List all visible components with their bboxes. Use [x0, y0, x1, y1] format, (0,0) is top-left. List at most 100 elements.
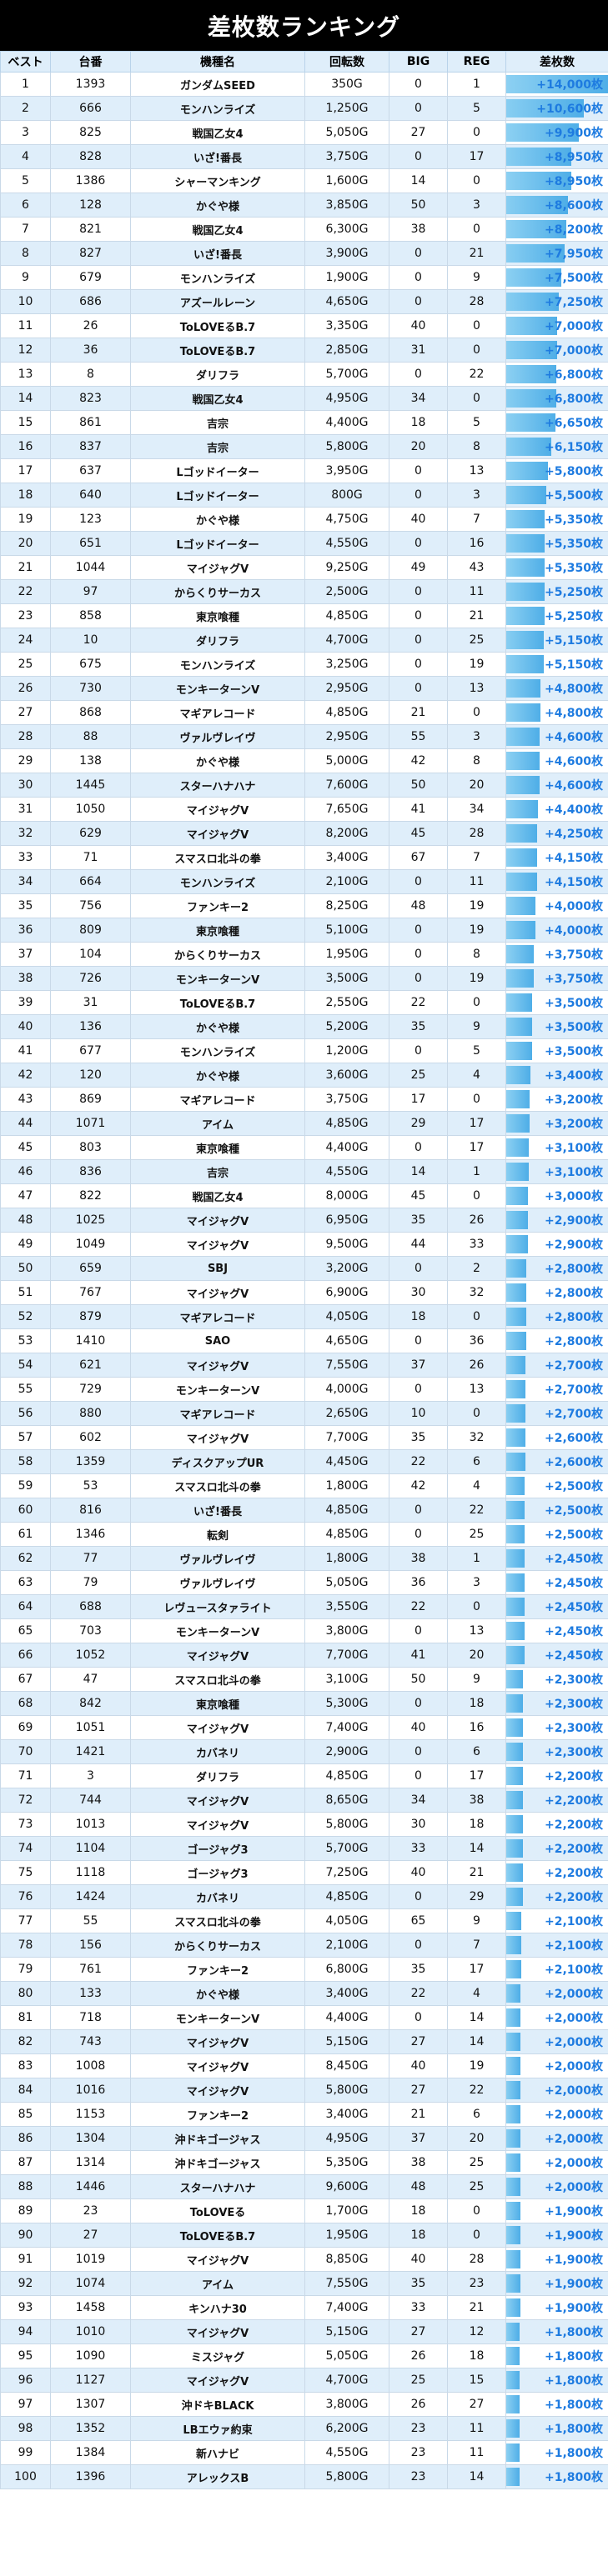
big-cell: 40 — [389, 2053, 448, 2078]
spins-cell: 7,600G — [304, 773, 389, 798]
difference-cell: +2,800枚 — [505, 1256, 608, 1281]
header-difference: 差枚数 — [505, 51, 608, 73]
difference-value: +2,000枚 — [544, 2012, 603, 2025]
machine-name-cell: かぐや様 — [130, 1014, 305, 1039]
rank-cell: 57 — [0, 1425, 51, 1450]
reg-cell: 0 — [447, 700, 506, 725]
difference-bar — [506, 2347, 520, 2365]
rank-cell: 94 — [0, 2319, 51, 2344]
spins-cell: 350G — [304, 72, 389, 97]
machine-number-cell: 53 — [50, 1473, 131, 1498]
machine-number-cell: 666 — [50, 96, 131, 121]
machine-name-cell: ToLOVEるB.7 — [130, 338, 305, 363]
reg-cell: 19 — [447, 652, 506, 677]
table-header: ベスト 台番 機種名 回転数 BIG REG 差枚数 — [0, 51, 608, 73]
spins-cell: 4,650G — [304, 1328, 389, 1353]
machine-name-cell: スマスロ北斗の拳 — [130, 845, 305, 870]
reg-cell: 17 — [447, 1957, 506, 1982]
table-row: 8 827 いざ!番長 3,900G 0 21 +7,950枚 — [0, 241, 608, 266]
difference-bar — [506, 534, 545, 553]
difference-value: +2,500枚 — [544, 1504, 603, 1518]
spins-cell: 4,050G — [304, 1304, 389, 1329]
machine-number-cell: 27 — [50, 2223, 131, 2248]
machine-name-cell: キンハナ30 — [130, 2295, 305, 2320]
machine-number-cell: 77 — [50, 1546, 131, 1571]
difference-value: +8,200枚 — [544, 223, 603, 237]
rank-cell: 83 — [0, 2053, 51, 2078]
spins-cell: 5,800G — [304, 2464, 389, 2489]
table-row: 44 1071 アイム 4,850G 29 17 +3,200枚 — [0, 1111, 608, 1136]
machine-number-cell: 868 — [50, 700, 131, 725]
header-machine-name: 機種名 — [130, 51, 305, 73]
machine-number-cell: 1446 — [50, 2174, 131, 2199]
difference-cell: +2,000枚 — [505, 2029, 608, 2054]
spins-cell: 7,400G — [304, 2295, 389, 2320]
spins-cell: 5,150G — [304, 2029, 389, 2054]
table-row: 41 677 モンハンライズ 1,200G 0 5 +3,500枚 — [0, 1038, 608, 1063]
rank-cell: 51 — [0, 1280, 51, 1305]
reg-cell: 26 — [447, 1208, 506, 1233]
reg-cell: 6 — [447, 1739, 506, 1764]
rank-cell: 45 — [0, 1135, 51, 1160]
spins-cell: 3,500G — [304, 966, 389, 991]
table-row: 56 880 マギアレコード 2,650G 10 0 +2,700枚 — [0, 1401, 608, 1426]
reg-cell: 3 — [447, 1570, 506, 1595]
reg-cell: 19 — [447, 966, 506, 991]
machine-name-cell: マイジャグV — [130, 1812, 305, 1837]
spins-cell: 4,850G — [304, 1884, 389, 1909]
machine-number-cell: 1424 — [50, 1884, 131, 1909]
spins-cell: 1,250G — [304, 96, 389, 121]
machine-number-cell: 1074 — [50, 2271, 131, 2296]
difference-bar — [506, 1187, 528, 1205]
difference-bar — [506, 2250, 521, 2268]
machine-number-cell: 679 — [50, 265, 131, 290]
reg-cell: 1 — [447, 1546, 506, 1571]
difference-value: +4,000枚 — [544, 924, 603, 938]
machine-number-cell: 1307 — [50, 2392, 131, 2417]
big-cell: 35 — [389, 1425, 448, 1450]
difference-value: +4,250枚 — [544, 828, 603, 841]
reg-cell: 19 — [447, 2053, 506, 2078]
difference-bar — [506, 2202, 521, 2220]
spins-cell: 4,950G — [304, 386, 389, 411]
machine-number-cell: 1359 — [50, 1449, 131, 1474]
big-cell: 26 — [389, 2343, 448, 2368]
reg-cell: 0 — [447, 120, 506, 145]
spins-cell: 5,800G — [304, 434, 389, 459]
spins-cell: 3,900G — [304, 241, 389, 266]
table-row: 5 1386 シャーマンキング 1,600G 14 0 +8,950枚 — [0, 168, 608, 193]
difference-value: +10,600枚 — [536, 103, 603, 116]
difference-bar — [506, 1549, 525, 1568]
difference-cell: +4,250枚 — [505, 821, 608, 846]
rank-cell: 52 — [0, 1304, 51, 1329]
spins-cell: 2,550G — [304, 990, 389, 1015]
table-row: 30 1445 スターハナハナ 7,600G 50 20 +4,600枚 — [0, 773, 608, 798]
difference-cell: +4,150枚 — [505, 869, 608, 894]
difference-value: +1,800枚 — [544, 2326, 603, 2339]
difference-cell: +2,300枚 — [505, 1739, 608, 1764]
difference-value: +2,450枚 — [544, 1625, 603, 1638]
machine-number-cell: 744 — [50, 1788, 131, 1813]
machine-name-cell: ToLOVEるB.7 — [130, 313, 305, 338]
difference-value: +4,600枚 — [544, 779, 603, 793]
difference-value: +4,800枚 — [544, 707, 603, 720]
machine-name-cell: マイジャグV — [130, 1788, 305, 1813]
table-row: 35 756 ファンキー2 8,250G 48 19 +4,000枚 — [0, 893, 608, 918]
machine-number-cell: 821 — [50, 217, 131, 242]
rank-cell: 90 — [0, 2223, 51, 2248]
machine-name-cell: ダリフラ — [130, 1763, 305, 1788]
reg-cell: 19 — [447, 893, 506, 918]
difference-cell: +2,450枚 — [505, 1643, 608, 1668]
reg-cell: 0 — [447, 2198, 506, 2223]
big-cell: 22 — [389, 1981, 448, 2006]
spins-cell: 7,550G — [304, 2271, 389, 2296]
difference-bar — [506, 2419, 520, 2438]
rank-cell: 38 — [0, 966, 51, 991]
big-cell: 40 — [389, 507, 448, 532]
reg-cell: 16 — [447, 531, 506, 556]
rank-cell: 89 — [0, 2198, 51, 2223]
difference-value: +4,600枚 — [544, 731, 603, 744]
rank-cell: 67 — [0, 1667, 51, 1692]
machine-number-cell: 1052 — [50, 1643, 131, 1668]
difference-value: +2,200枚 — [544, 1818, 603, 1832]
